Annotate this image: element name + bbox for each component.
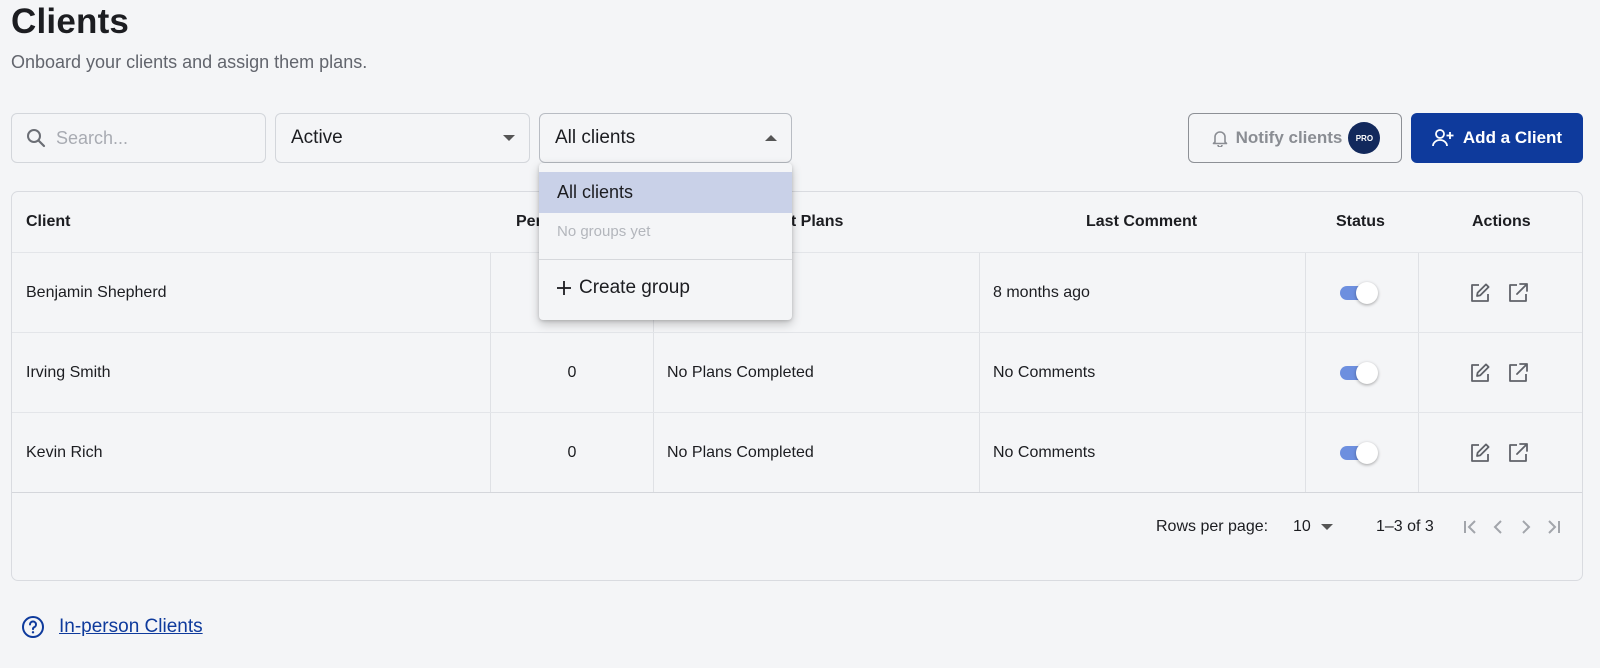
add-client-label: Add a Client <box>1462 128 1563 147</box>
no-groups-text: No groups yet <box>557 223 651 240</box>
pagination-range: 1–3 of 3 <box>1376 518 1434 535</box>
status-filter-value: Active <box>291 127 343 148</box>
add-client-button[interactable]: Add a Client <box>1411 113 1583 163</box>
client-name: Irving Smith <box>26 364 111 381</box>
column-header-last-comment[interactable]: Last Comment <box>1086 192 1197 252</box>
page-title: Clients <box>11 2 130 41</box>
status-toggle[interactable] <box>1338 413 1378 493</box>
create-group-button[interactable]: Create group <box>556 273 690 303</box>
in-person-clients-link[interactable]: In-person Clients <box>59 616 203 638</box>
menu-item-all-clients[interactable]: All clients <box>539 172 792 213</box>
notify-clients-button[interactable]: Notify clients PRO <box>1188 113 1402 163</box>
row-actions <box>1469 413 1529 493</box>
row-actions <box>1469 333 1529 413</box>
last-plans: No Plans Completed <box>667 444 814 461</box>
column-header-actions: Actions <box>1472 213 1531 230</box>
pro-badge: PRO <box>1350 124 1379 152</box>
column-header-personal[interactable]: Per <box>516 192 542 252</box>
menu-divider <box>539 259 792 260</box>
bell-icon <box>1212 131 1227 147</box>
pagination-controls <box>1461 502 1563 552</box>
column-header-status: Status <box>1336 213 1385 230</box>
clients-table: Client Per st Plans Last Comment Status … <box>11 191 1583 581</box>
rows-per-page-label: Rows per page: <box>1156 518 1269 535</box>
status-toggle[interactable] <box>1338 333 1378 413</box>
help-link-row: In-person Clients <box>21 615 203 639</box>
previous-page-icon[interactable] <box>1489 518 1507 536</box>
search-input[interactable]: Search... <box>11 113 266 163</box>
search-icon <box>27 129 46 148</box>
open-external-icon[interactable] <box>1507 362 1529 384</box>
notify-clients-label: Notify clients <box>1235 128 1343 147</box>
last-comment: No Comments <box>993 364 1096 381</box>
next-page-icon[interactable] <box>1517 518 1535 536</box>
personal-plans-count: 0 <box>567 364 577 381</box>
row-actions <box>1469 253 1529 333</box>
status-filter-select[interactable]: Active <box>275 113 530 163</box>
open-external-icon[interactable] <box>1507 442 1529 464</box>
client-name: Kevin Rich <box>26 444 103 461</box>
create-group-label: Create group <box>579 277 690 298</box>
last-plans: No Plans Completed <box>667 364 814 381</box>
personal-plans-count: 0 <box>567 444 577 461</box>
status-toggle[interactable] <box>1338 253 1378 333</box>
group-filter-select[interactable]: All clients <box>539 113 792 163</box>
search-placeholder: Search... <box>56 127 129 148</box>
column-header-client[interactable]: Client <box>26 192 70 252</box>
help-icon <box>22 616 44 638</box>
open-external-icon[interactable] <box>1507 282 1529 304</box>
chevron-up-icon <box>765 135 777 141</box>
last-comment: 8 months ago <box>993 284 1090 301</box>
add-user-icon <box>1432 129 1454 147</box>
rows-per-page-select[interactable]: 10 <box>1293 502 1333 552</box>
edit-icon[interactable] <box>1469 282 1491 304</box>
table-row[interactable]: Irving Smith 0 No Plans Completed No Com… <box>12 332 1582 413</box>
edit-icon[interactable] <box>1469 362 1491 384</box>
first-page-icon[interactable] <box>1461 518 1479 536</box>
last-comment: No Comments <box>993 444 1096 461</box>
group-filter-menu: All clients No groups yet Create group <box>539 163 792 320</box>
edit-icon[interactable] <box>1469 442 1491 464</box>
last-page-icon[interactable] <box>1545 518 1563 536</box>
group-filter-value: All clients <box>555 127 636 148</box>
plus-icon <box>557 281 571 295</box>
table-footer-divider <box>12 492 1582 493</box>
table-row[interactable]: Benjamin Shepherd 8 months ago <box>12 252 1582 333</box>
page-subtitle: Onboard your clients and assign them pla… <box>11 52 368 72</box>
table-row[interactable]: Kevin Rich 0 No Plans Completed No Comme… <box>12 412 1582 493</box>
chevron-down-icon <box>1320 524 1333 530</box>
chevron-down-icon <box>503 135 515 141</box>
client-name: Benjamin Shepherd <box>26 284 167 301</box>
rows-per-page-value: 10 <box>1293 518 1311 535</box>
